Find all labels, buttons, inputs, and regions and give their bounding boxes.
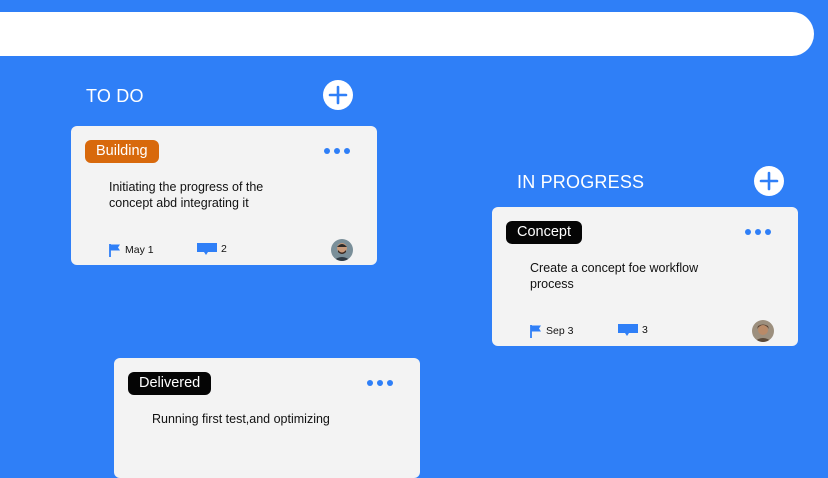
top-bar[interactable] (0, 12, 814, 56)
more-options-icon[interactable] (323, 146, 353, 156)
add-card-button-in-progress[interactable] (754, 166, 784, 196)
comment-count-label: 2 (221, 243, 227, 255)
more-options-icon[interactable] (744, 227, 774, 237)
add-card-button-todo[interactable] (323, 80, 353, 110)
assignee-avatar[interactable] (331, 239, 353, 261)
comment-count-label: 3 (642, 324, 648, 336)
column-title-todo: TO DO (86, 86, 144, 106)
flag-icon (530, 325, 541, 338)
due-date: May 1 (109, 242, 154, 258)
task-description: Running first test,and optimizing (152, 412, 330, 426)
tag-badge[interactable]: Concept (506, 221, 583, 244)
task-description: Create a concept foe workflow process (530, 261, 699, 291)
plus-icon (759, 171, 779, 191)
flag-icon (109, 244, 120, 257)
task-card[interactable]: Concept Create a concept foe workflow pr… (492, 207, 798, 346)
plus-icon (328, 85, 348, 105)
due-date: Sep 3 (530, 323, 573, 339)
tag-badge[interactable]: Delivered (128, 372, 212, 395)
tag-badge[interactable]: Building (85, 140, 159, 163)
due-date-label: Sep 3 (546, 325, 574, 337)
task-card[interactable]: Delivered Running first test,and optimiz… (114, 358, 420, 478)
comment-icon (197, 243, 217, 255)
column-title-in-progress: IN PROGRESS (517, 172, 645, 192)
comment-icon (618, 324, 638, 336)
task-description: Initiating the progress of the concept a… (109, 180, 264, 210)
due-date-label: May 1 (125, 244, 154, 256)
more-options-icon[interactable] (366, 378, 396, 388)
assignee-avatar[interactable] (752, 320, 774, 342)
task-card[interactable]: Building Initiating the progress of the … (71, 126, 377, 265)
comment-count: 3 (618, 322, 648, 338)
comment-count: 2 (197, 241, 227, 257)
